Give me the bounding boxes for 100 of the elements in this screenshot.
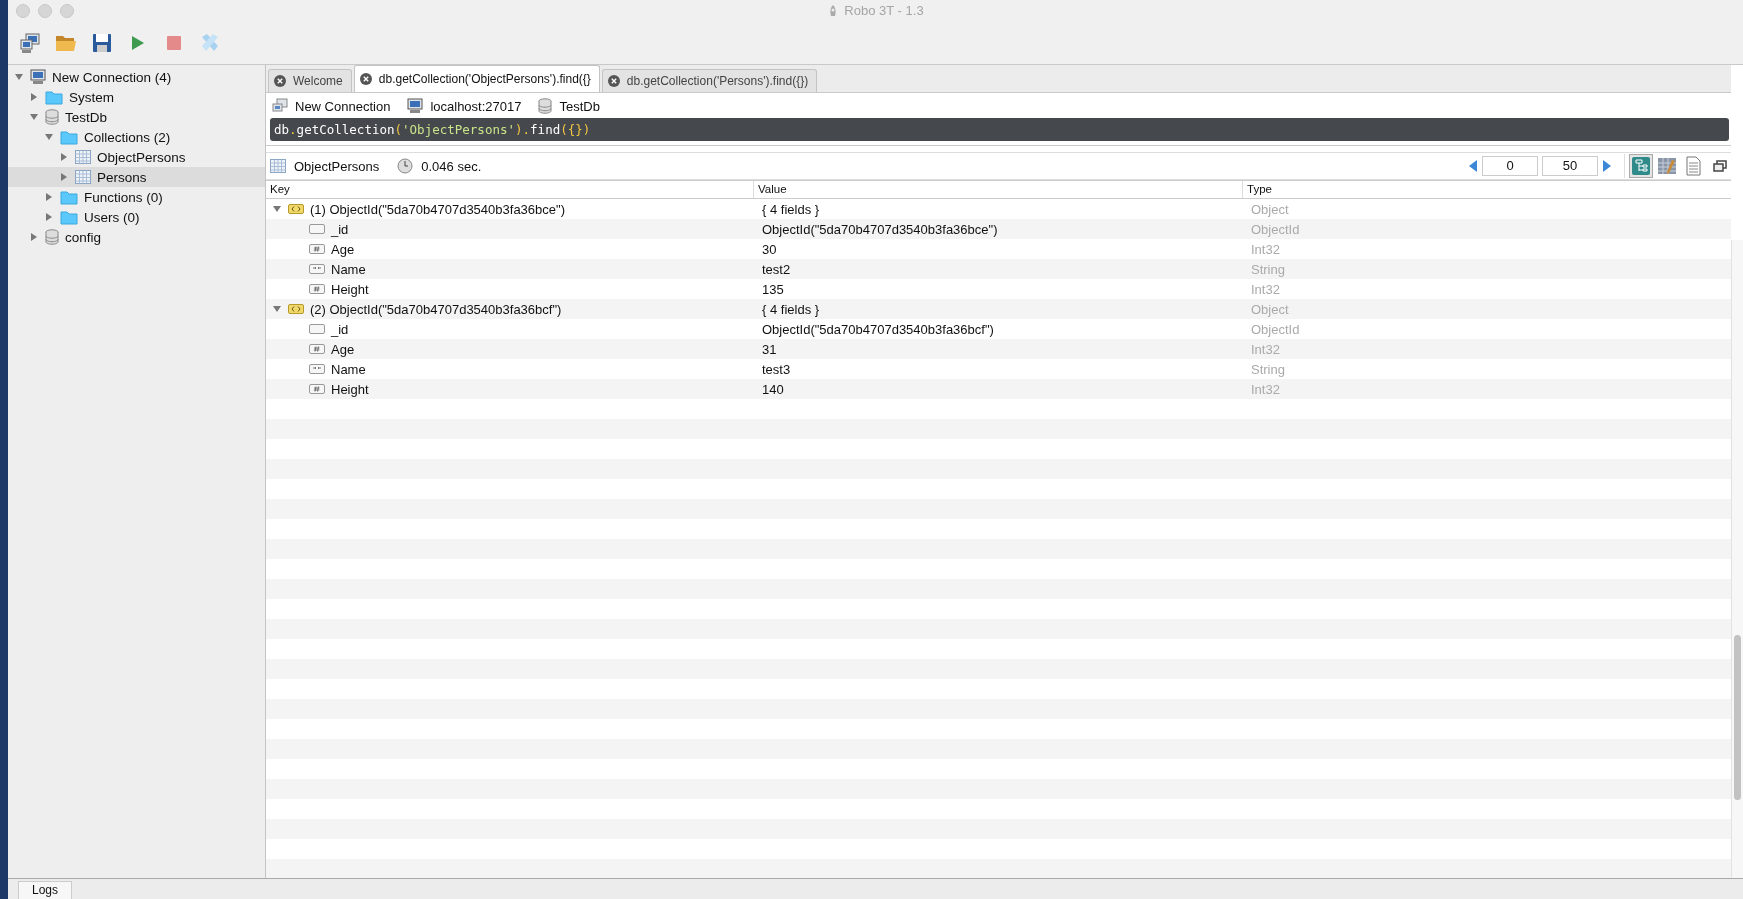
value-cell-text: { 4 fields } [761,201,821,217]
empty-field-icon [309,323,325,335]
stop-icon[interactable] [166,35,182,51]
tree-item-label: Persons [97,169,147,185]
connect-icon[interactable] [19,32,41,54]
tree-item[interactable]: Users (0) [8,207,265,227]
tab[interactable]: db.getCollection('Persons').find({}) [601,69,818,92]
query-time: 0.046 sec. [421,158,482,174]
scrollbar[interactable] [1731,240,1743,878]
key-cell: Age [331,341,355,357]
key-cell: Name [331,361,366,377]
type-cell-text: ObjectId [1250,321,1300,337]
number-field-icon [309,283,325,295]
limit-field[interactable]: 50 [1542,156,1598,176]
tree-item[interactable]: TestDb [8,107,265,127]
value-cell-text: test2 [761,261,792,277]
open-folder-icon[interactable] [55,33,77,53]
computer-icon [407,98,424,114]
column-header[interactable]: Type [1243,181,1731,198]
computer-icon [30,69,46,85]
folder-icon [60,189,78,205]
value-cell-text: 140 [761,381,785,397]
skip-field[interactable]: 0 [1482,156,1538,176]
column-header[interactable]: Value [754,181,1243,198]
value-cell-text: 30 [761,241,778,257]
collection-name: ObjectPersons [294,158,380,174]
save-icon[interactable] [92,33,112,53]
database-icon [45,109,59,125]
value-cell-text: ObjectId("5da70b4707d3540b3fa36bcf") [761,321,995,337]
table-icon [75,150,91,164]
number-field-icon [309,343,325,355]
run-icon[interactable] [130,34,146,52]
close-icon[interactable] [359,73,372,85]
document-icon [288,203,304,215]
expand-arrow-icon[interactable] [29,92,39,102]
close-icon[interactable] [274,75,286,87]
type-cell-text: Int32 [1250,241,1280,257]
tree-item[interactable]: ObjectPersons [8,147,265,167]
logs-tab[interactable]: Logs [18,881,72,899]
tree-item-label: Users (0) [84,209,140,225]
close-icon[interactable] [607,75,620,87]
type-cell-text: Int32 [1250,381,1280,397]
next-page-icon[interactable] [1602,159,1612,173]
collapse-arrow-icon[interactable] [272,204,282,214]
folder-icon [45,89,63,105]
tree-item-label: System [69,89,114,105]
tree-item[interactable]: System [8,87,265,107]
string-field-icon [309,363,325,375]
folder-icon [60,209,78,225]
type-cell-text: Object [1250,201,1289,217]
value-cell-text: ObjectId("5da70b4707d3540b3fa36bce") [761,221,999,237]
type-cell-text: String [1250,261,1285,277]
key-cell: Name [331,261,366,277]
previous-page-icon[interactable] [1468,159,1478,173]
tree-item[interactable]: Functions (0) [8,187,265,207]
key-cell: Age [331,241,355,257]
windows-icon[interactable] [1713,160,1727,172]
connection-icon [272,98,288,114]
collapse-arrow-icon[interactable] [272,304,282,314]
key-cell: _id [331,221,349,237]
type-cell-text: Int32 [1250,281,1280,297]
tree-item[interactable]: Collections (2) [8,127,265,147]
tree-item[interactable]: Persons [8,167,265,187]
key-cell: Height [331,281,369,297]
number-field-icon [309,383,325,395]
tab[interactable]: db.getCollection('ObjectPersons').find({} [353,65,600,92]
table-icon [75,170,91,184]
clock-icon [397,158,414,174]
connection-name: New Connection [295,98,391,114]
tree-item[interactable]: config [8,227,265,247]
number-field-icon [309,243,325,255]
query-editor[interactable]: db.getCollection('ObjectPersons').find({}) [270,118,1729,141]
type-cell-text: Object [1250,301,1289,317]
string-field-icon [309,263,325,275]
tree-item-label: TestDb [65,109,108,125]
database-name: TestDb [559,98,600,114]
value-cell-text: 135 [761,281,785,297]
table-icon [270,159,286,173]
key-cell: Height [331,381,369,397]
column-header[interactable]: Key [266,181,754,198]
value-cell-text: test3 [761,361,792,377]
value-cell-text: 31 [761,341,778,357]
key-cell: (2) ObjectId("5da70b4707d3540b3fa36bcf") [310,301,562,317]
scrollbar-thumb[interactable] [1734,635,1741,800]
empty-field-icon [309,223,325,235]
tree-view-button[interactable] [1629,154,1653,178]
window-title: Robo 3T - 1.3 [844,3,924,18]
collapse-arrow-icon[interactable] [14,72,24,82]
value-cell-text: { 4 fields } [761,301,821,317]
tree-item[interactable]: New Connection (4) [8,67,265,87]
database-icon [45,229,59,245]
tree-item-label: New Connection (4) [52,69,172,85]
folder-icon [60,129,78,145]
tree-item-label: Collections (2) [84,129,171,145]
type-cell-text: Int32 [1250,341,1280,357]
key-cell: (1) ObjectId("5da70b4707d3540b3fa36bce") [310,201,565,217]
type-cell-text: ObjectId [1250,221,1300,237]
tree-item-label: Functions (0) [84,189,163,205]
tree-item-label: ObjectPersons [97,149,186,165]
tab[interactable]: Welcome [268,69,352,92]
